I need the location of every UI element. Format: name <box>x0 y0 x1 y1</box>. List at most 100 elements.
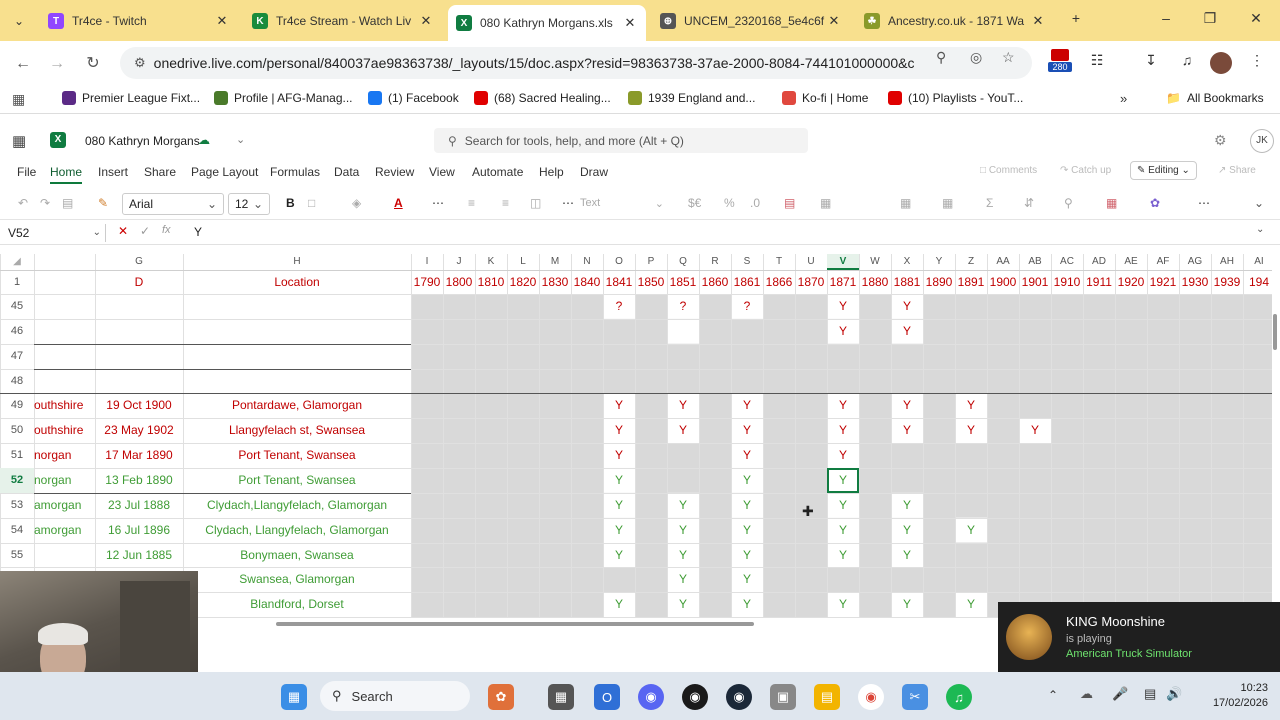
column-header[interactable]: X <box>891 254 923 270</box>
bookmark-item[interactable]: (1) Facebook <box>368 91 459 105</box>
column-header[interactable]: L <box>507 254 539 270</box>
bookmark-item[interactable]: (10) Playlists - YouT... <box>888 91 1023 105</box>
ribbon-tab-page-layout[interactable]: Page Layout <box>191 165 258 179</box>
column-header[interactable]: R <box>699 254 731 270</box>
bookmark-item[interactable]: Premier League Fixt... <box>62 91 200 105</box>
header-cell[interactable]: 194 <box>1243 270 1272 294</box>
header-cell[interactable]: 1930 <box>1179 270 1211 294</box>
census-mark-cell[interactable]: Y <box>955 518 987 543</box>
census-mark-cell[interactable]: Y <box>603 443 635 468</box>
insert-function-icon[interactable]: fx <box>162 224 171 236</box>
ribbon-tab-view[interactable]: View <box>429 165 455 179</box>
download-icon[interactable]: ↧ <box>1140 52 1162 74</box>
ribbon-tab-automate[interactable]: Automate <box>472 165 523 179</box>
onedrive-cloud-icon[interactable]: ☁ <box>1080 686 1093 702</box>
census-mark-cell[interactable]: Y <box>955 393 987 418</box>
header-cell[interactable]: 1860 <box>699 270 731 294</box>
copilot-icon[interactable]: ✿ <box>1150 196 1160 210</box>
table-cell[interactable]: Port Tenant, Swansea <box>183 468 411 493</box>
column-header[interactable]: V <box>827 254 859 270</box>
profile-avatar-icon[interactable] <box>1210 52 1232 74</box>
site-info-icon[interactable]: ⚙ <box>134 55 146 71</box>
currency-icon[interactable]: $€ <box>688 196 701 210</box>
bookmark-item[interactable]: Ko-fi | Home <box>782 91 868 105</box>
reload-icon[interactable]: ↻ <box>82 53 104 75</box>
fill-color-icon[interactable]: ◈ <box>352 196 361 210</box>
column-header[interactable]: G <box>95 254 183 270</box>
ribbon-tab-review[interactable]: Review <box>375 165 414 179</box>
name-box[interactable]: V52 ⌄ <box>4 224 106 242</box>
obs-icon[interactable]: ◉ <box>682 684 708 710</box>
census-mark-cell[interactable]: Y <box>667 567 699 592</box>
table-cell[interactable]: outhshire <box>34 418 95 443</box>
more-font-options-icon[interactable]: ⋯ <box>432 196 444 210</box>
column-header[interactable]: H <box>183 254 411 270</box>
bookmark-star-icon[interactable]: ☆ <box>1002 49 1015 66</box>
header-cell[interactable]: 1861 <box>731 270 763 294</box>
outlook-icon[interactable]: O <box>594 684 620 710</box>
scrollbar-thumb[interactable] <box>276 622 754 626</box>
taskbar-clock[interactable]: 10:23 17/02/2026 <box>1213 681 1268 711</box>
census-mark-cell[interactable]: ? <box>667 294 699 319</box>
minimize-icon[interactable]: – <box>1156 10 1176 30</box>
census-mark-cell[interactable]: Y <box>603 592 635 617</box>
header-cell[interactable]: 1900 <box>987 270 1019 294</box>
census-mark-cell[interactable]: Y <box>827 393 859 418</box>
confirm-entry-icon[interactable]: ✓ <box>140 224 150 238</box>
tab-search-dropdown[interactable]: ⌄ <box>6 6 30 36</box>
new-tab-button[interactable]: + <box>1066 10 1086 30</box>
census-mark-cell[interactable]: Y <box>827 418 859 443</box>
row-header[interactable]: 1 <box>0 270 34 294</box>
row-header[interactable]: 47 <box>0 344 34 369</box>
column-header[interactable]: Y <box>923 254 955 270</box>
browser-tab[interactable]: ⊕ UNCEM_2320168_5e4c6f ✕ <box>652 6 850 36</box>
header-cell[interactable]: 1830 <box>539 270 571 294</box>
table-cell[interactable]: Port Tenant, Swansea <box>183 443 411 468</box>
census-mark-cell[interactable]: Y <box>731 592 763 617</box>
row-header[interactable]: 52 <box>0 467 34 493</box>
undo-icon[interactable]: ↶ <box>18 196 28 210</box>
table-cell[interactable]: Llangyfelach st, Swansea <box>183 418 411 443</box>
census-mark-cell[interactable]: Y <box>1019 418 1051 443</box>
census-mark-cell[interactable]: Y <box>731 493 763 518</box>
census-mark-cell[interactable]: Y <box>827 319 859 344</box>
browser-tab[interactable]: X 080 Kathryn Morgans.xls ✕ <box>448 5 646 41</box>
column-header[interactable]: I <box>411 254 443 270</box>
browser-tab[interactable]: K Tr4ce Stream - Watch Liv ✕ <box>244 6 442 36</box>
census-mark-cell[interactable]: Y <box>667 543 699 568</box>
table-cell[interactable]: 23 May 1902 <box>95 418 183 443</box>
forward-icon[interactable]: → <box>46 53 68 75</box>
format-painter-icon[interactable]: ✎ <box>98 196 108 210</box>
census-mark-cell[interactable]: Y <box>891 493 923 518</box>
bookmark-item[interactable]: 1939 England and... <box>628 91 755 105</box>
decimal-icon[interactable]: .0 <box>750 196 760 210</box>
census-mark-cell[interactable]: Y <box>667 393 699 418</box>
chrome-icon[interactable]: ◉ <box>858 684 884 710</box>
row-header[interactable]: 53 <box>0 493 34 518</box>
column-header[interactable]: T <box>763 254 795 270</box>
ribbon-tab-data[interactable]: Data <box>334 165 359 179</box>
header-cell[interactable]: D <box>95 270 183 294</box>
column-header[interactable]: AA <box>987 254 1019 270</box>
more-bookmarks-icon[interactable]: » <box>1120 91 1127 106</box>
vertical-scrollbar-thumb[interactable] <box>1273 314 1277 350</box>
cancel-entry-icon[interactable]: ✕ <box>118 224 128 238</box>
insert-cells-icon[interactable]: ▦ <box>820 196 831 210</box>
menu-kebab-icon[interactable]: ⋮ <box>1246 52 1268 74</box>
census-mark-cell[interactable]: Y <box>731 393 763 418</box>
autosum-icon[interactable]: Σ <box>986 196 993 210</box>
table-cell[interactable]: outhshire <box>34 393 95 418</box>
table-cell[interactable]: 12 Jun 1885 <box>95 543 183 568</box>
row-header[interactable]: 49 <box>0 393 34 418</box>
header-cell[interactable]: 1939 <box>1211 270 1243 294</box>
table-cell[interactable]: amorgan <box>34 518 95 543</box>
row-header[interactable]: 48 <box>0 369 34 394</box>
header-cell[interactable]: Location <box>183 270 411 294</box>
redo-icon[interactable]: ↷ <box>40 196 50 210</box>
table-cell[interactable]: 19 Oct 1900 <box>95 393 183 418</box>
table-cell[interactable]: Clydach,Llangyfelach, Glamorgan <box>183 493 411 518</box>
app-launcher-icon[interactable]: ▦ <box>12 132 26 150</box>
census-mark-cell[interactable]: Y <box>667 493 699 518</box>
url-text[interactable]: onedrive.live.com/personal/840037ae98363… <box>154 55 914 71</box>
header-cell[interactable]: 1920 <box>1115 270 1147 294</box>
